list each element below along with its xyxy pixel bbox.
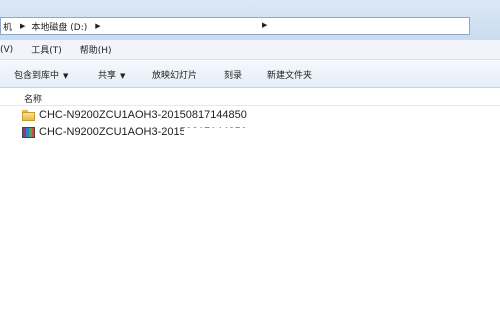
blank-region bbox=[184, 128, 316, 180]
file-row[interactable]: CHC-N9200ZCU1AOH3-20150817144850 bbox=[22, 107, 247, 123]
column-header-name[interactable]: 名称 bbox=[24, 92, 42, 105]
share-button[interactable]: 共享 ▼ bbox=[98, 68, 125, 81]
chevron-right-icon[interactable]: ▶ bbox=[258, 21, 271, 29]
slideshow-button[interactable]: 放映幻灯片 bbox=[152, 68, 197, 81]
dropdown-arrow-icon: ▼ bbox=[63, 72, 69, 80]
menu-help[interactable]: 帮助(H) bbox=[70, 43, 120, 56]
breadcrumb-drive[interactable]: 本地磁盘 (D:) ▶ bbox=[29, 18, 104, 34]
menu-tools[interactable]: 工具(T) bbox=[21, 43, 70, 56]
archive-icon bbox=[22, 126, 35, 138]
chevron-right-icon[interactable]: ▶ bbox=[91, 22, 104, 30]
menu-view[interactable]: (V) bbox=[0, 45, 21, 55]
address-bar-area: 机 ▶ 本地磁盘 (D:) ▶ ▶ bbox=[0, 0, 500, 40]
dropdown-arrow-icon: ▼ bbox=[120, 72, 126, 80]
breadcrumb-label: 机 bbox=[3, 22, 13, 33]
chevron-right-icon[interactable]: ▶ bbox=[16, 22, 29, 30]
menu-bar: (V) 工具(T) 帮助(H) bbox=[0, 40, 500, 60]
include-in-library-button[interactable]: 包含到库中 ▼ bbox=[14, 68, 68, 81]
command-toolbar: 包含到库中 ▼ 共享 ▼ 放映幻灯片 刻录 新建文件夹 bbox=[0, 60, 500, 88]
breadcrumb-label: 本地磁盘 (D:) bbox=[31, 22, 88, 33]
burn-button[interactable]: 刻录 bbox=[224, 68, 242, 81]
address-bar[interactable]: 机 ▶ 本地磁盘 (D:) ▶ bbox=[0, 17, 470, 35]
column-header-row: 名称 bbox=[0, 88, 500, 106]
blank-region bbox=[12, 232, 182, 280]
file-name: CHC-N9200ZCU1AOH3-20150817144850 bbox=[39, 109, 247, 121]
share-label: 共享 bbox=[98, 71, 117, 81]
new-folder-button[interactable]: 新建文件夹 bbox=[267, 68, 312, 81]
breadcrumb-computer[interactable]: 机 ▶ bbox=[1, 18, 29, 34]
folder-icon bbox=[22, 109, 35, 121]
include-in-library-label: 包含到库中 bbox=[14, 71, 60, 81]
